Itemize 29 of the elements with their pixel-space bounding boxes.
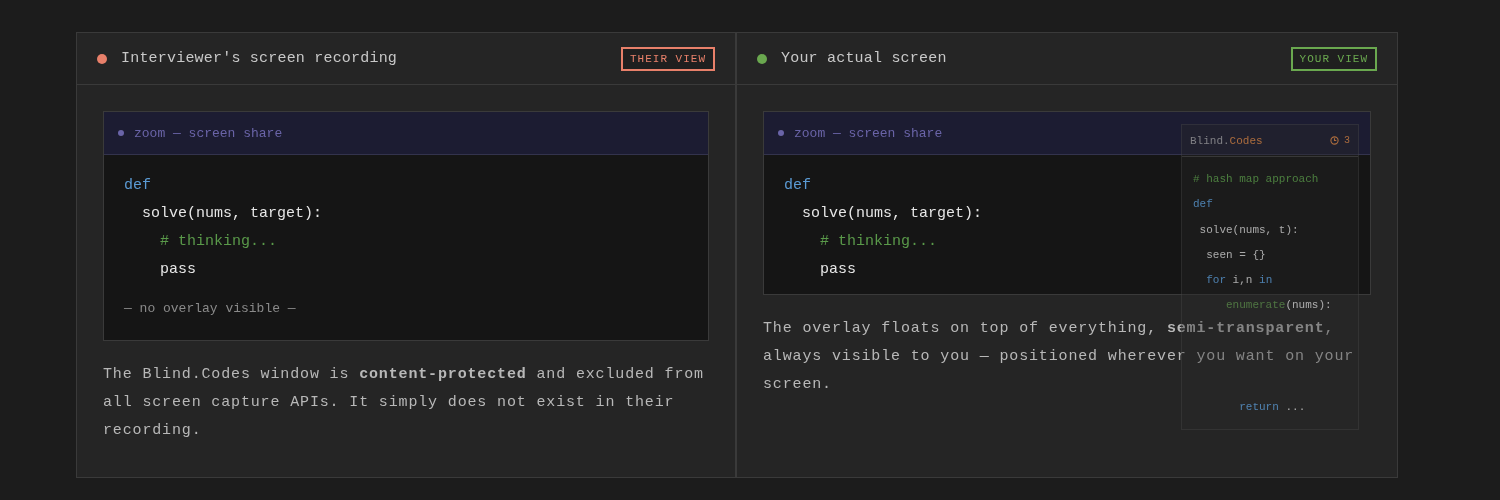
code-line: pass [159, 260, 196, 280]
window-title: zoom — screen share [794, 125, 943, 141]
code-line: solve(nums, t): [1198, 222, 1299, 238]
code-line: def [784, 176, 811, 196]
code-line: enumerate(nums): [1225, 298, 1332, 314]
code-line: def [124, 176, 151, 196]
overlay-title: Blind.Codes [1190, 134, 1263, 147]
code-line: def [1193, 197, 1213, 213]
window-dot-icon [118, 130, 124, 136]
window-title: zoom — screen share [134, 125, 283, 141]
timer-icon [1330, 136, 1339, 145]
panel-title: Your actual screen [781, 50, 948, 67]
code-line: for i,n in [1205, 273, 1273, 289]
description: The Blind.Codes window is content-protected and excluded from all screen capture APIs. It simply does not exist in their recording. [103, 365, 705, 441]
panel-title: Interviewer's screen recording [121, 50, 399, 67]
code-line: pass [819, 260, 856, 280]
code-line: solve(nums, target): [141, 204, 323, 224]
code-line: # hash map approach [1193, 172, 1319, 187]
code-line: seen = {} [1205, 247, 1266, 263]
code-line: return ... [1238, 399, 1306, 415]
code-line: # thinking... [159, 232, 278, 252]
timer-count: 3 [1344, 135, 1350, 146]
view-badge: YOUR VIEW [1290, 46, 1377, 71]
description: The overlay floats on top of everything, semi-transparent, always visible to you — positioned wherever you want on your screen. [763, 319, 1356, 395]
code-footer: — no overlay visible — [124, 301, 688, 316]
code-line: solve(nums, target): [801, 204, 983, 224]
view-badge: THEIR VIEW [621, 46, 715, 71]
window-dot-icon [778, 130, 784, 136]
code-line: # thinking... [819, 232, 938, 252]
